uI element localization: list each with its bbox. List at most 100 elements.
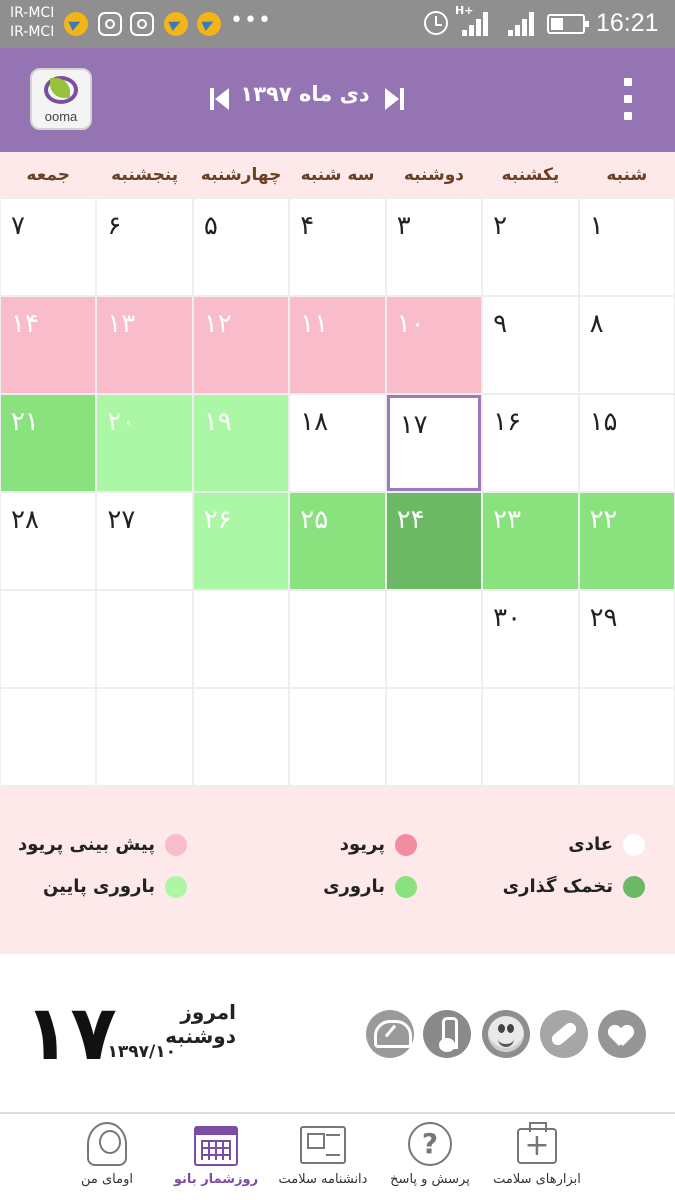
overflow-menu-button[interactable] bbox=[622, 78, 636, 122]
legend-swatch bbox=[623, 876, 645, 898]
calendar-day[interactable]: ۲۶ bbox=[193, 493, 289, 589]
previous-month-button[interactable] bbox=[210, 88, 230, 110]
calendar-day[interactable]: ۲۹ bbox=[579, 591, 674, 687]
calendar-day[interactable]: ۱۳ bbox=[97, 297, 192, 393]
today-title: امروز دوشنبه bbox=[165, 1000, 236, 1048]
day-number: ۱ bbox=[589, 211, 604, 241]
pill-icon[interactable] bbox=[540, 1010, 588, 1058]
calendar-day[interactable]: ۱۸ bbox=[290, 395, 385, 491]
calendar-day[interactable]: ۲۳ bbox=[483, 493, 578, 589]
calendar-day[interactable]: ۲۰ bbox=[97, 395, 192, 491]
calendar-day[interactable]: ۱۷ bbox=[386, 395, 482, 491]
calendar-day[interactable]: ۴ bbox=[290, 199, 385, 295]
calendar-day[interactable]: ۱۹ bbox=[193, 395, 289, 491]
weekday-label: یکشنبه bbox=[501, 165, 560, 185]
carrier-name-2: IR-MCI bbox=[10, 24, 55, 40]
day-number: ۱۸ bbox=[300, 407, 329, 437]
calendar-day[interactable]: ۵ bbox=[193, 199, 289, 295]
legend-swatch bbox=[395, 876, 417, 898]
calendar-day[interactable]: ۱۶ bbox=[483, 395, 578, 491]
legend-item: تخمک گذاری bbox=[455, 876, 645, 902]
alarm-icon bbox=[424, 11, 448, 35]
instagram-icon bbox=[130, 12, 154, 36]
day-number: ۱۹ bbox=[203, 407, 232, 437]
battery-icon bbox=[547, 14, 589, 34]
calendar-day[interactable]: ۶ bbox=[97, 199, 192, 295]
day-number: ۱۶ bbox=[493, 407, 522, 437]
day-number: ۱۱ bbox=[300, 309, 329, 339]
calendar-day[interactable]: ۲ bbox=[483, 199, 578, 295]
nav-item[interactable]: ابزارهای سلامت bbox=[477, 1114, 597, 1200]
calendar-day[interactable]: ۲۷ bbox=[97, 493, 192, 589]
day-number: ۱۴ bbox=[11, 309, 39, 339]
day-number: ۲۹ bbox=[589, 603, 618, 633]
legend-swatch bbox=[395, 834, 417, 856]
nav-label: دانشنامه سلامت bbox=[278, 1172, 368, 1187]
nav-item[interactable]: دانشنامه سلامت bbox=[263, 1114, 383, 1200]
clock: 16:21 bbox=[596, 9, 659, 37]
day-number: ۱۷ bbox=[399, 410, 428, 440]
calendar-empty-cell bbox=[290, 689, 385, 785]
calendar-day[interactable]: ۲۴ bbox=[386, 493, 482, 589]
calendar-day[interactable]: ۱۲ bbox=[193, 297, 289, 393]
calendar-day[interactable]: ۸ bbox=[579, 297, 674, 393]
bottom-navigation: ابزارهای سلامت پرسش و پاسخ دانشنامه سلامت ر… bbox=[0, 1114, 675, 1200]
legend-label: پریود bbox=[339, 834, 385, 855]
calendar-day[interactable]: ۲۱ bbox=[1, 395, 96, 491]
logo-text: ooma bbox=[44, 109, 78, 124]
calendar-day[interactable]: ۳ bbox=[386, 199, 482, 295]
nav-item[interactable]: روزشمار بانو bbox=[156, 1114, 276, 1200]
day-number: ۵ bbox=[203, 211, 218, 241]
more-notifications-icon: ••• bbox=[230, 8, 272, 33]
heart-icon[interactable] bbox=[598, 1010, 646, 1058]
weekday-label: پنجشنبه bbox=[111, 165, 179, 185]
nav-item[interactable]: پرسش و پاسخ bbox=[370, 1114, 490, 1200]
first-aid-kit-icon bbox=[517, 1122, 557, 1164]
day-number: ۳ bbox=[396, 211, 411, 241]
calendar-day[interactable]: ۲۲ bbox=[579, 493, 674, 589]
calendar-empty-cell bbox=[97, 591, 192, 687]
calendar-day[interactable]: ۱ bbox=[579, 199, 674, 295]
mood-icon[interactable] bbox=[482, 1010, 530, 1058]
calendar-day[interactable]: ۱۵ bbox=[579, 395, 674, 491]
calendar-empty-cell bbox=[193, 591, 289, 687]
day-number: ۲۶ bbox=[203, 505, 232, 535]
calendar-day[interactable]: ۳۰ bbox=[483, 591, 578, 687]
day-number: ۱۲ bbox=[203, 309, 232, 339]
day-number: ۴ bbox=[300, 211, 315, 241]
weekday-header: شنبه یکشنبه دوشنبه سه شنبه چهارشنبه پنجشنبه جم… bbox=[0, 152, 675, 198]
calendar-empty-cell bbox=[290, 591, 385, 687]
calendar-grid: ۱ ۲ ۳ ۴ ۵ ۶ ۷ ۸ ۹ ۱۰ ۱۱ ۱۲ ۱۳ ۱۴ ۱۵ ۱۶ ۱۷ ۱۸ ۱۹ ۲۰ ۲۱ ۲۲ ۲۳ ۲۴ ۲… bbox=[0, 198, 675, 788]
instagram-icon bbox=[98, 12, 122, 36]
calendar-day[interactable]: ۱۴ bbox=[1, 297, 96, 393]
next-month-button[interactable] bbox=[384, 88, 404, 110]
signal-icon bbox=[508, 12, 538, 36]
day-number: ۲۲ bbox=[589, 505, 618, 535]
app-logo[interactable]: ooma bbox=[30, 68, 92, 130]
legend-item: پیش بینی پریود bbox=[0, 834, 187, 860]
day-number: ۲۳ bbox=[493, 505, 522, 535]
calendar-empty-cell bbox=[483, 689, 578, 785]
calendar-empty-cell bbox=[386, 591, 482, 687]
today-panel: ۱۷ امروز دوشنبه ۱۳۹۷/۱۰ bbox=[0, 952, 675, 1114]
question-bubble-icon bbox=[408, 1122, 452, 1166]
calendar-day[interactable]: ۲۸ bbox=[1, 493, 96, 589]
weekday-label: شنبه bbox=[606, 165, 648, 185]
nav-label: اومای من bbox=[81, 1172, 133, 1187]
day-number: ۲۷ bbox=[107, 505, 136, 535]
calendar-empty-cell bbox=[386, 689, 482, 785]
thermometer-icon[interactable] bbox=[423, 1010, 471, 1058]
calendar-empty-cell bbox=[1, 689, 96, 785]
day-number: ۲۱ bbox=[11, 407, 39, 437]
day-number: ۸ bbox=[589, 309, 604, 339]
calendar-day[interactable]: ۹ bbox=[483, 297, 578, 393]
scale-icon[interactable] bbox=[366, 1010, 414, 1058]
calendar-day[interactable]: ۷ bbox=[1, 199, 96, 295]
day-number: ۷ bbox=[11, 211, 25, 241]
nav-item[interactable]: اومای من bbox=[47, 1114, 167, 1200]
calendar-day[interactable]: ۱۱ bbox=[290, 297, 385, 393]
calendar-day[interactable]: ۱۰ bbox=[386, 297, 482, 393]
calendar-day[interactable]: ۲۵ bbox=[290, 493, 385, 589]
calendar-empty-cell bbox=[97, 689, 192, 785]
day-number: ۲ bbox=[493, 211, 508, 241]
